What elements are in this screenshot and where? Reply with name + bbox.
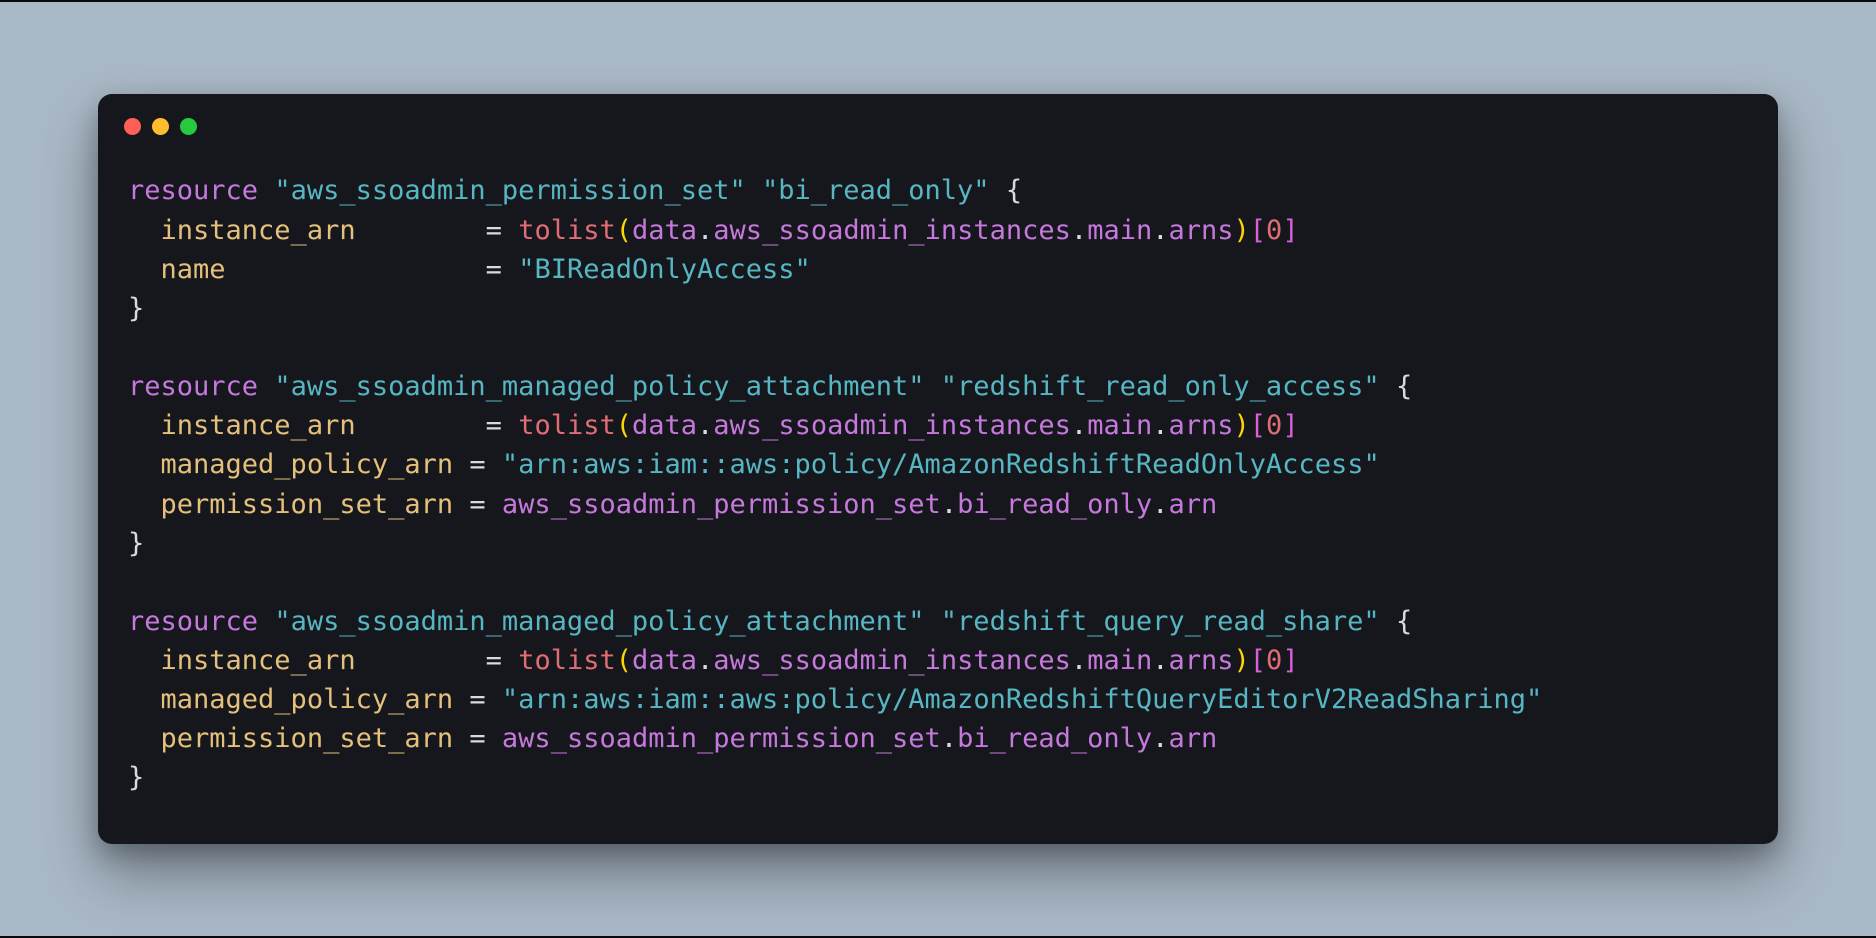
attr-instance-arn: instance_arn: [161, 645, 356, 676]
ref: aws_ssoadmin_permission_set: [502, 723, 941, 754]
ref: arns: [1168, 410, 1233, 441]
ref: aws_ssoadmin_instances: [713, 410, 1071, 441]
keyword-resource: resource: [128, 371, 258, 402]
ref: aws_ssoadmin_instances: [713, 215, 1071, 246]
ref: main: [1087, 645, 1152, 676]
index-zero: 0: [1266, 215, 1282, 246]
ref: arns: [1168, 215, 1233, 246]
fn-tolist: tolist: [518, 410, 616, 441]
string-value: "BIReadOnlyAccess": [518, 254, 811, 285]
ref: aws_ssoadmin_instances: [713, 645, 1071, 676]
index-zero: 0: [1266, 410, 1282, 441]
keyword-resource: resource: [128, 606, 258, 637]
index-zero: 0: [1266, 645, 1282, 676]
ref: data: [632, 645, 697, 676]
ref: arn: [1168, 489, 1217, 520]
paren-close: ): [1234, 215, 1250, 246]
attr-name: name: [161, 254, 226, 285]
code-block: resource "aws_ssoadmin_permission_set" "…: [98, 135, 1778, 807]
fn-tolist: tolist: [518, 645, 616, 676]
ref: main: [1087, 215, 1152, 246]
attr-permission-set-arn: permission_set_arn: [161, 723, 454, 754]
ref: arns: [1168, 645, 1233, 676]
equals: =: [486, 215, 502, 246]
minimize-icon[interactable]: [152, 118, 169, 135]
ref: bi_read_only: [957, 723, 1152, 754]
attr-instance-arn: instance_arn: [161, 215, 356, 246]
string-value: "arn:aws:iam::aws:policy/AmazonRedshiftQ…: [502, 684, 1542, 715]
pad: [356, 215, 470, 246]
zoom-icon[interactable]: [180, 118, 197, 135]
keyword-resource: resource: [128, 175, 258, 206]
brace-close: }: [128, 293, 144, 324]
bracket-open: [: [1250, 215, 1266, 246]
close-icon[interactable]: [124, 118, 141, 135]
ref: main: [1087, 410, 1152, 441]
pad: [356, 410, 470, 441]
attr-permission-set-arn: permission_set_arn: [161, 489, 454, 520]
resource-name: "redshift_query_read_share": [941, 606, 1380, 637]
brace-open: {: [1006, 175, 1022, 206]
resource-name: "bi_read_only": [762, 175, 990, 206]
resource-type: "aws_ssoadmin_managed_policy_attachment": [274, 606, 924, 637]
pad: [226, 254, 470, 285]
ref: bi_read_only: [957, 489, 1152, 520]
code-window: resource "aws_ssoadmin_permission_set" "…: [98, 94, 1778, 843]
titlebar: [98, 94, 1778, 135]
ref: data: [632, 215, 697, 246]
attr-managed-policy-arn: managed_policy_arn: [161, 449, 454, 480]
pad: [356, 645, 470, 676]
string-value: "arn:aws:iam::aws:policy/AmazonRedshiftR…: [502, 449, 1380, 480]
paren-open: (: [616, 215, 632, 246]
ref: aws_ssoadmin_permission_set: [502, 489, 941, 520]
fn-tolist: tolist: [518, 215, 616, 246]
resource-name: "redshift_read_only_access": [941, 371, 1380, 402]
bracket-close: ]: [1282, 215, 1298, 246]
ref: data: [632, 410, 697, 441]
resource-type: "aws_ssoadmin_managed_policy_attachment": [274, 371, 924, 402]
attr-instance-arn: instance_arn: [161, 410, 356, 441]
attr-managed-policy-arn: managed_policy_arn: [161, 684, 454, 715]
resource-type: "aws_ssoadmin_permission_set": [274, 175, 745, 206]
ref: arn: [1168, 723, 1217, 754]
